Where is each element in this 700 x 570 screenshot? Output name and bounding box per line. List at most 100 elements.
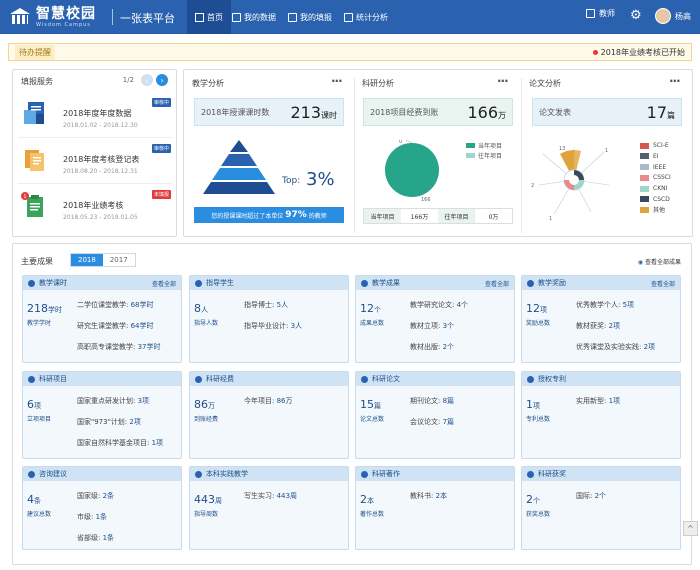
- card-header: 科研获奖: [522, 467, 680, 481]
- research-pie-chart: 0 166: [385, 140, 439, 202]
- card-header: 咨询建议: [23, 467, 181, 481]
- previous-project-value: 0万: [488, 213, 499, 221]
- more-icon[interactable]: ···: [497, 74, 509, 88]
- detail-label: 今年项目:: [244, 397, 275, 405]
- detail-value: 2本: [435, 492, 448, 500]
- detail-value: 7篇: [442, 418, 455, 426]
- card-title: 本科实践教学: [206, 470, 248, 478]
- banner-text: 您的授课课时超过了本单位: [211, 212, 284, 220]
- fill-item-title: 2018年度年度数据: [63, 109, 132, 118]
- achievement-card: 指导学生 8人 指导人数 指导博士: 5人 指导毕业设计: 3人: [189, 275, 349, 363]
- card-detail-row: 国家自然科学基金项目: 1项: [77, 438, 163, 448]
- nav-stats[interactable]: 统计分析: [336, 0, 396, 34]
- card-summary: 86万 到账经费: [194, 398, 218, 423]
- card-title: 科研论文: [372, 375, 400, 383]
- card-unit: 学时: [48, 306, 62, 314]
- card-value: 12: [526, 302, 540, 315]
- legend-item: CKNI: [640, 184, 671, 195]
- top-nav: 智慧校园 Wisdom Campus 一张表平台 首页 我的数据 我的填报 统计…: [0, 0, 700, 34]
- paper-summary: 论文发表 17篇: [532, 98, 682, 126]
- logo[interactable]: 智慧校园 Wisdom Campus: [8, 5, 96, 29]
- avatar: [655, 8, 671, 24]
- card-value-label: 奖励总数: [526, 320, 551, 327]
- todo-notice-bar: 待办提醒 2018年业绩考核已开始: [8, 43, 692, 61]
- card-value: 4: [27, 493, 34, 506]
- teaching-box-label: 2018年授课课时数: [201, 107, 270, 117]
- paper-count: 17: [646, 102, 667, 122]
- fill-item-title: 2018年业绩考核: [63, 201, 124, 210]
- fill-item-date: 2018.05.23 - 2019.01.05: [63, 214, 138, 221]
- detail-value: 3个: [442, 322, 455, 330]
- detail-value: 2条: [102, 492, 115, 500]
- tab-year-2018[interactable]: 2018: [71, 254, 103, 266]
- card-detail-row: 教材获奖: 2项: [576, 321, 620, 331]
- paper-count-unit: 篇: [667, 110, 675, 120]
- card-value-label: 指导周数: [194, 511, 219, 518]
- divider: [354, 78, 355, 233]
- next-page-button[interactable]: ›: [156, 74, 168, 86]
- card-value-label: 著作总数: [360, 511, 385, 518]
- card-summary: 8人 指导人数: [194, 302, 218, 327]
- detail-label: 写生实习:: [244, 492, 275, 500]
- card-summary: 1项 专利总数: [526, 398, 550, 423]
- card-header: 科研项目: [23, 372, 181, 386]
- achievement-card: 教学课时 查看全部 218学时 教学学时 二学位课堂教学: 68学时 研究生课堂教学: 6…: [22, 275, 182, 363]
- card-value: 15: [360, 398, 374, 411]
- settings-button[interactable]: ⚙: [630, 8, 642, 23]
- card-value: 443: [194, 493, 215, 506]
- card-detail-row: 期刊论文: 8篇: [410, 396, 454, 406]
- fill-item[interactable]: 1 2018年业绩考核 2018.05.23 - 2019.01.05 未填报: [18, 186, 173, 230]
- notification-count: 1: [23, 194, 26, 200]
- paper-radial-chart: 13 1 2 1: [531, 146, 610, 222]
- top-value: 3%: [306, 169, 335, 190]
- card-header: 指导学生: [190, 276, 348, 290]
- user-menu[interactable]: 杨高: [655, 8, 691, 24]
- card-detail-row: 教科书: 2本: [410, 491, 447, 501]
- legend-swatch: [640, 196, 649, 203]
- card-detail-row: 市级: 1条: [77, 512, 107, 522]
- nav-label: 我的填报: [300, 12, 332, 22]
- legend-swatch: [640, 164, 649, 171]
- view-all-achievements-link[interactable]: ◉ 查看全部成果: [638, 257, 681, 266]
- card-detail-row: 指导博士: 5人: [244, 300, 288, 310]
- legend-swatch: [640, 174, 649, 181]
- card-unit: 条: [34, 497, 41, 505]
- tab-year-2017[interactable]: 2017: [103, 254, 135, 266]
- detail-label: 会议论文:: [410, 418, 441, 426]
- card-header: 科研著作: [356, 467, 514, 481]
- fill-item[interactable]: 2018年度年度数据 2018.01.02 - 2018.12.30 审核中: [18, 94, 173, 138]
- achievement-card: 科研项目 6项 立项项目 国家重点研发计划: 3项 国家"973"计划: 2项 国家自然科…: [22, 371, 182, 459]
- todo-label: 待办提醒: [15, 44, 55, 60]
- category-icon: [195, 470, 202, 478]
- card-summary: 4条 建议总数: [27, 493, 51, 518]
- more-icon[interactable]: ···: [669, 74, 681, 88]
- nav-my-fill[interactable]: 我的填报: [280, 0, 340, 34]
- achievements-panel: 主要成果 2018 2017 ◉ 查看全部成果 教学课时 查看全部 218学时 教学学…: [12, 243, 692, 565]
- card-summary: 6项 立项项目: [27, 398, 51, 423]
- view-all-link[interactable]: 查看全部: [651, 279, 675, 288]
- category-icon: [28, 470, 35, 478]
- legend-item: EI: [640, 152, 671, 163]
- gear-icon: ⚙: [630, 8, 642, 23]
- status-badge: 审核中: [151, 98, 171, 107]
- scroll-top-button[interactable]: ^: [683, 521, 698, 536]
- view-all-link[interactable]: 查看全部: [485, 279, 509, 288]
- category-icon: [527, 279, 534, 287]
- detail-value: 3人: [290, 322, 303, 330]
- card-title: 科研著作: [372, 470, 400, 478]
- achievement-card: 授权专利 1项 专利总数 实用新型: 1项: [521, 371, 681, 459]
- card-title: 教学课时: [39, 279, 67, 287]
- card-header: 科研经费: [190, 372, 348, 386]
- card-unit: 本: [367, 497, 374, 505]
- status-badge: 审核中: [151, 144, 171, 153]
- detail-label: 研究生课堂教学:: [77, 322, 129, 330]
- nav-my-data[interactable]: 我的数据: [224, 0, 284, 34]
- detail-label: 国家"973"计划:: [77, 418, 128, 426]
- todo-message[interactable]: 2018年业绩考核已开始: [593, 47, 685, 58]
- achievement-card: 本科实践教学 443周 指导周数 写生实习: 443周: [189, 466, 349, 550]
- role-switch[interactable]: 教师: [586, 8, 615, 19]
- view-all-link[interactable]: 查看全部: [152, 279, 176, 288]
- fill-item[interactable]: 2018年度考核登记表 2018.08.20 - 2018.12.31 审核中: [18, 140, 173, 184]
- prev-page-button[interactable]: ‹: [141, 74, 153, 86]
- more-icon[interactable]: ···: [331, 74, 343, 88]
